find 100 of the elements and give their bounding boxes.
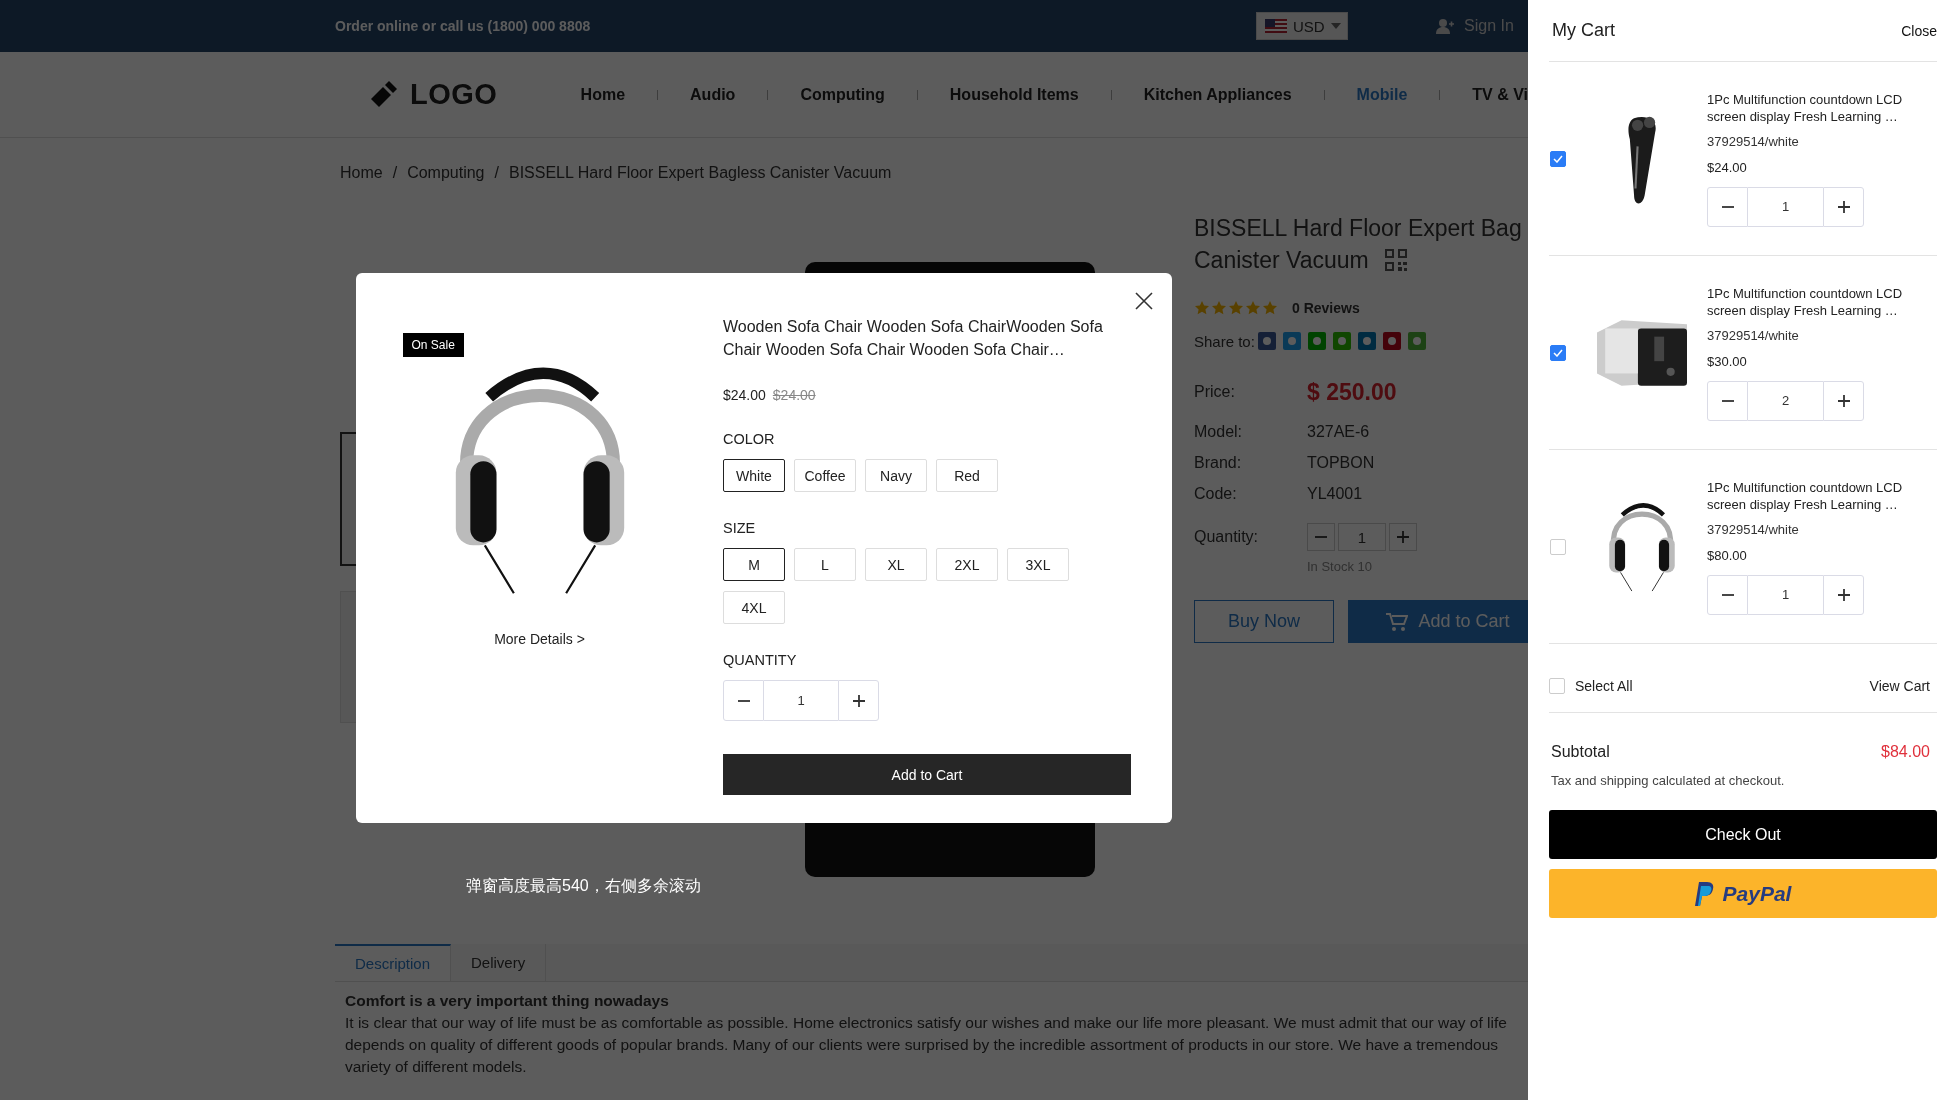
caret-icon xyxy=(1330,23,1341,29)
plus-button[interactable] xyxy=(1823,186,1864,227)
quantity-label: Quantity: xyxy=(1194,528,1260,546)
checkout-button[interactable]: Check Out xyxy=(1549,810,1937,859)
minus-button[interactable] xyxy=(1707,574,1748,615)
breadcrumb-separator: / xyxy=(392,164,398,183)
minus-icon xyxy=(1721,593,1734,596)
item-name: 1Pc Multifunction countdown LCD screen display Fresh Learning … xyxy=(1707,478,1904,513)
minus-button[interactable] xyxy=(1707,380,1748,421)
spec-value: TOPBON xyxy=(1307,453,1375,472)
add-to-cart-button[interactable]: Add to Cart xyxy=(723,754,1131,795)
qr-code-icon xyxy=(1384,249,1407,271)
item-name: 1Pc Multifunction countdown LCD screen display Fresh Learning … xyxy=(1707,90,1904,125)
checkbox[interactable] xyxy=(1549,677,1565,694)
social-share-icon[interactable] xyxy=(1357,332,1376,350)
logo-text: LOGO xyxy=(410,78,498,111)
option-button[interactable]: Red xyxy=(936,459,998,492)
checkbox[interactable] xyxy=(1550,150,1566,167)
old-price: $24.00 xyxy=(772,387,816,403)
option-button[interactable]: L xyxy=(794,548,856,581)
spec-label: Model: xyxy=(1194,422,1244,441)
social-share-icon[interactable] xyxy=(1257,332,1276,350)
option-label: COLOR xyxy=(723,431,776,447)
item-variant: 37929514/white xyxy=(1707,133,1800,149)
plus-icon xyxy=(852,694,865,707)
option-button[interactable]: Navy xyxy=(865,459,927,492)
quantity-field[interactable]: 1 xyxy=(1748,574,1823,615)
product-title: Canister Vacuum xyxy=(1194,246,1369,275)
plus-button[interactable] xyxy=(1823,574,1864,615)
view-cart-link[interactable]: View Cart xyxy=(1869,677,1937,694)
item-price: $24.00 xyxy=(1707,159,1748,175)
option-button[interactable]: XL xyxy=(865,548,927,581)
paypal-button[interactable]: PayPal xyxy=(1549,869,1937,918)
description-text: It is clear that our way of life must be as comfortable as possible. Home electronics satisfy our wishes and make our life more pleasant. We must admit that our way of life depends on quality of different goods of popular brands. Many of our clients were surprised by the incredible assortment of products in our store. We have a tremendous variety of different models. xyxy=(345,1013,1508,1077)
plus-icon xyxy=(1837,200,1850,213)
spec-label: Brand: xyxy=(1194,453,1243,472)
check-icon xyxy=(1553,154,1563,163)
select-all-label[interactable]: Select All xyxy=(1575,677,1633,694)
spec-value: 327AE-6 xyxy=(1307,422,1370,441)
minus-icon xyxy=(1721,205,1734,208)
minus-icon xyxy=(1315,536,1327,538)
option-button[interactable]: 4XL xyxy=(723,591,785,624)
quantity-field[interactable]: 1 xyxy=(764,680,838,721)
cart-title: My Cart xyxy=(1552,20,1615,41)
close-icon[interactable] xyxy=(1135,292,1153,310)
option-button[interactable]: M xyxy=(723,548,785,581)
quantity-field[interactable]: 1 xyxy=(1748,186,1823,227)
social-share-icon[interactable] xyxy=(1282,332,1301,350)
subtotal-label: Subtotal xyxy=(1551,743,1610,761)
sale-badge: On Sale xyxy=(402,333,464,357)
plus-button[interactable] xyxy=(1823,380,1864,421)
minus-icon xyxy=(1721,399,1734,402)
description-heading: Comfort is a very important thing nowadays xyxy=(345,991,670,1011)
user-plus-icon xyxy=(1436,18,1454,34)
plus-icon xyxy=(1397,531,1409,543)
option-button[interactable]: White xyxy=(723,459,785,492)
flag-icon xyxy=(1265,19,1287,33)
breadcrumb-separator: / xyxy=(494,164,499,183)
paypal-p-icon xyxy=(1694,881,1715,906)
contact-text: Order online or call us (1800) 000 8808 xyxy=(335,18,592,34)
minus-button[interactable] xyxy=(1707,186,1748,227)
star-icon xyxy=(1262,300,1278,316)
minus-button[interactable] xyxy=(723,680,764,721)
item-price: $30.00 xyxy=(1707,353,1748,369)
spec-value: YL4001 xyxy=(1307,484,1363,503)
item-price: $80.00 xyxy=(1707,547,1748,563)
star-icon xyxy=(1245,300,1261,316)
product-price: $ 250.00 xyxy=(1307,378,1397,406)
more-details-link[interactable]: More Details > xyxy=(494,631,585,647)
check-icon xyxy=(1553,348,1563,357)
spec-label: Code: xyxy=(1194,484,1238,503)
quantity-label: QUANTITY xyxy=(723,652,798,668)
annotation-text: 弹窗高度最高540，右侧多余滚动 xyxy=(466,876,701,896)
star-icon xyxy=(1211,300,1227,316)
checkbox[interactable] xyxy=(1550,344,1566,361)
subtotal-value: $84.00 xyxy=(1881,743,1930,761)
quantity-field[interactable]: 2 xyxy=(1748,380,1823,421)
minus-icon xyxy=(737,699,750,702)
option-label: SIZE xyxy=(723,520,757,536)
plus-icon xyxy=(1837,588,1850,601)
product-title: BISSELL Hard Floor Expert Bag xyxy=(1194,214,1523,243)
minus-button[interactable] xyxy=(1307,523,1335,551)
plus-icon xyxy=(1837,394,1850,407)
cart-icon xyxy=(1386,611,1409,632)
reviews-count: 0 Reviews xyxy=(1292,300,1360,316)
option-button[interactable]: 2XL xyxy=(936,548,998,581)
option-button[interactable]: Coffee xyxy=(794,459,856,492)
price: $24.00 xyxy=(723,387,766,403)
tax-note: Tax and shipping calculated at checkout. xyxy=(1550,773,1786,788)
plus-button[interactable] xyxy=(838,680,879,721)
star-icon xyxy=(1194,300,1210,316)
social-share-icon[interactable] xyxy=(1307,332,1326,350)
price-label: Price: xyxy=(1194,383,1236,401)
checkbox[interactable] xyxy=(1550,538,1566,555)
social-share-icon[interactable] xyxy=(1382,332,1401,350)
close-link[interactable]: Close xyxy=(1901,22,1937,39)
social-share-icon[interactable] xyxy=(1407,332,1426,350)
option-button[interactable]: 3XL xyxy=(1007,548,1069,581)
social-share-icon[interactable] xyxy=(1332,332,1351,350)
item-name: 1Pc Multifunction countdown LCD screen display Fresh Learning … xyxy=(1707,284,1904,319)
